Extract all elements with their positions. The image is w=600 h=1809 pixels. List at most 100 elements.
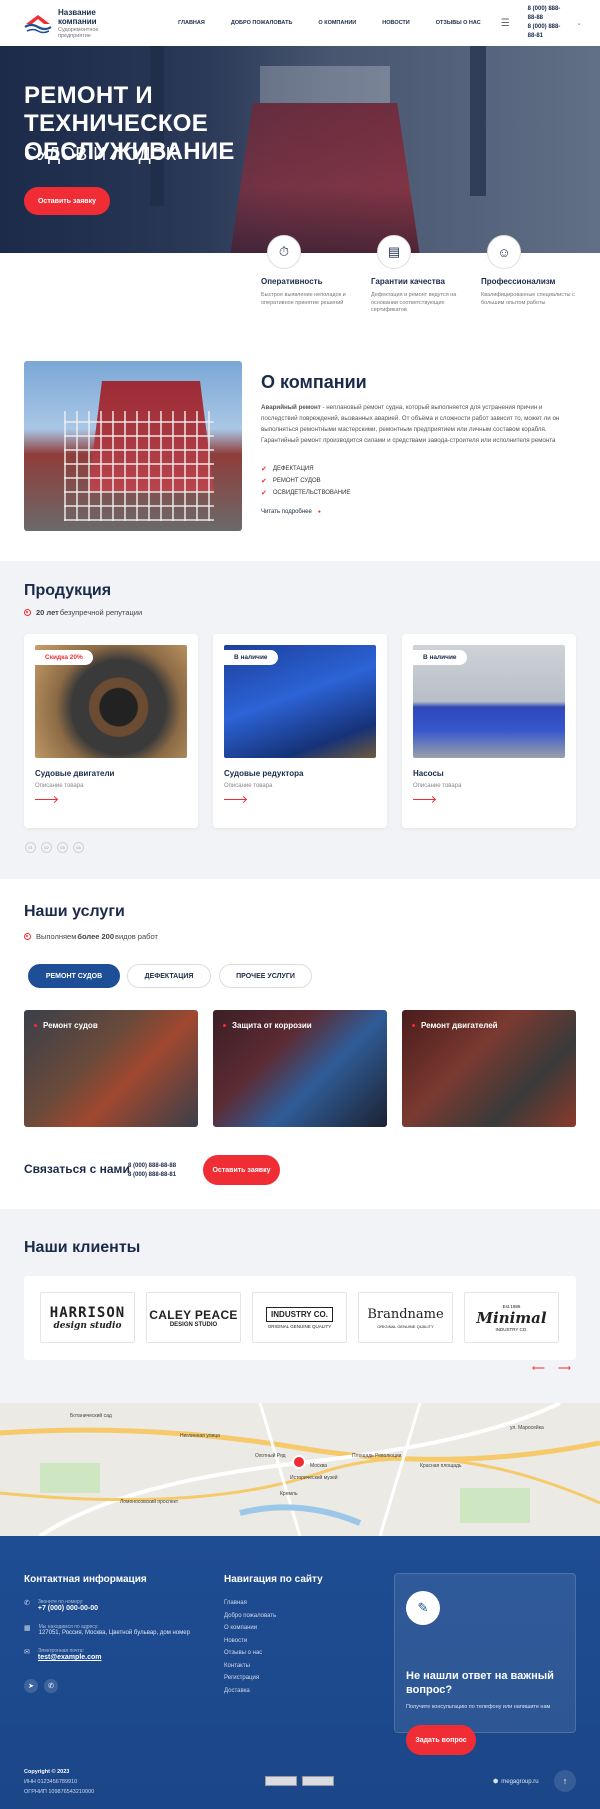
product-desc: Описание товара — [413, 783, 462, 789]
dot-icon — [34, 1024, 37, 1027]
contact-phones: 8 (000) 888-88-88 8 (000) 888-88-81 — [128, 1162, 176, 1180]
building-icon: ▦ — [24, 1625, 31, 1632]
feature-quality: ▤ Гарантии качества Дефектация и ремонт … — [371, 235, 467, 315]
company-logo[interactable] — [24, 12, 52, 34]
counter-badge[interactable] — [265, 1776, 297, 1786]
tab-defect[interactable]: ДЕФЕКТАЦИЯ — [127, 964, 211, 988]
services-title: Наши услуги — [24, 903, 125, 920]
map-label-revolution: Площадь Революции — [352, 1453, 402, 1459]
client-logo[interactable]: Brandname ORIGINAL GENUINE QUALITY — [358, 1292, 453, 1343]
dot-icon — [223, 1024, 226, 1027]
worker-icon: ☺ — [487, 235, 521, 269]
footer-phone[interactable]: +7 (000) 000-00-00 — [38, 1605, 98, 1612]
feature-title: Профессионализм — [481, 277, 556, 286]
client-logo[interactable]: INDUSTRY CO. ORIGINAL GENUINE QUALITY — [252, 1292, 347, 1343]
developer-link[interactable]: ⬢ megagroup.ru — [493, 1778, 539, 1786]
page-dot[interactable]: 01 — [25, 842, 36, 853]
counter-badge[interactable] — [302, 1776, 334, 1786]
header-phone-1[interactable]: 8 (000) 888-88-88 — [528, 5, 568, 23]
contact-phone-1[interactable]: 8 (000) 888-88-88 — [128, 1162, 176, 1171]
chevron-down-icon[interactable]: ⌄ — [576, 19, 582, 27]
contact-phone-2[interactable]: 8 (000) 888-88-81 — [128, 1171, 176, 1180]
nav-item-home[interactable]: ГЛАВНАЯ — [178, 20, 205, 26]
map-label-okhotny: Охотный Ряд — [255, 1453, 286, 1459]
feature-desc: Быстрое выявление неполадок и оперативно… — [261, 292, 346, 306]
feature-professional: ☺ Профессионализм Квалифицированные спец… — [481, 235, 577, 307]
arrow-right-icon[interactable] — [224, 799, 246, 800]
arrow-left-icon[interactable]: ⟵ — [532, 1363, 545, 1374]
service-card[interactable]: Ремонт двигателей — [402, 1010, 576, 1127]
contact-request-button[interactable]: Оставить заявку — [203, 1155, 280, 1185]
footer-nav-title: Навигация по сайту — [224, 1574, 323, 1585]
product-desc: Описание товара — [35, 783, 84, 789]
page-dot[interactable]: 03 — [57, 842, 68, 853]
services-subtitle: Выполняем более 200 видов работ — [24, 932, 158, 941]
check-icon: ✔ — [261, 478, 267, 485]
footer-nav-item[interactable]: Контакты — [224, 1660, 276, 1673]
product-card[interactable]: Скидка 20% Судовые двигатели Описание то… — [24, 634, 198, 828]
scroll-top-icon[interactable]: ↑ — [554, 1770, 576, 1792]
products-pagination: 01 02 03 04 — [25, 842, 84, 853]
footer-email[interactable]: test@example.com — [38, 1654, 102, 1661]
footer-nav-item[interactable]: Главная — [224, 1597, 276, 1610]
product-badge: Скидка 20% — [35, 650, 93, 665]
ogrnip: ОГРНИП 109876543210000 — [24, 1789, 95, 1795]
client-logo[interactable]: Est.1986 Minimal INDUSTRY CO. — [464, 1292, 559, 1343]
map-label-botanical: Ботанический сад — [70, 1413, 112, 1419]
menu-icon[interactable]: ☰ — [501, 18, 510, 29]
service-title: Ремонт судов — [43, 1021, 98, 1030]
map-pin-icon[interactable] — [292, 1455, 306, 1469]
service-card[interactable]: Защита от коррозии — [213, 1010, 387, 1127]
footer-address: 127051, Россия, Москва, Цветной бульвар,… — [38, 1630, 190, 1636]
footer-nav-item[interactable]: Новости — [224, 1635, 276, 1648]
question-title: Не нашли ответ на важный вопрос? — [406, 1670, 554, 1696]
product-card[interactable]: В наличие Насосы Описание товара — [402, 634, 576, 828]
footer-nav-item[interactable]: Доставка — [224, 1685, 276, 1698]
document-icon: ▤ — [377, 235, 411, 269]
hero-request-button[interactable]: Оставить заявку — [24, 187, 110, 215]
feature-title: Гарантии качества — [371, 277, 445, 286]
footer-nav: Главная Добро пожаловать О компании Ново… — [224, 1597, 276, 1697]
map-label-red-square: Красная площадь — [420, 1463, 462, 1469]
chat-icon: ✎ — [406, 1591, 440, 1625]
arrow-right-icon[interactable] — [35, 799, 57, 800]
nav-item-about[interactable]: О КОМПАНИИ — [318, 20, 356, 26]
footer-nav-item[interactable]: Регистрация — [224, 1672, 276, 1685]
arrow-right-icon[interactable] — [413, 799, 435, 800]
telegram-icon[interactable]: ➤ — [24, 1679, 38, 1693]
feature-desc: Квалифицированные специалисты с большим … — [481, 292, 575, 306]
map-label-museum: Исторический музей — [290, 1475, 338, 1481]
footer-email-block: ✉ Электронная почта: test@example.com — [24, 1648, 102, 1661]
service-card[interactable]: Ремонт судов — [24, 1010, 198, 1127]
about-text: Аварийный ремонт - неплановый ремонт суд… — [261, 402, 571, 446]
page-dot[interactable]: 02 — [41, 842, 52, 853]
location-map[interactable]: Охотный Ряд Москва Ботанический сад Ломо… — [0, 1403, 600, 1536]
tab-other[interactable]: ПРОЧЕЕ УСЛУГИ — [219, 964, 312, 988]
map-label-maroseyka: ул. Маросейка — [510, 1425, 544, 1431]
feature-title: Оперативность — [261, 277, 323, 286]
nav-item-welcome[interactable]: ДОБРО ПОЖАЛОВАТЬ — [231, 20, 293, 26]
about-lead: Аварийный ремонт — [261, 404, 321, 411]
products-subtitle: 20 лет безупречной репутации — [24, 608, 142, 617]
read-more-link[interactable]: Читать подробнее ● — [261, 509, 321, 515]
client-logo[interactable]: HARRISON design studio — [40, 1292, 135, 1343]
product-card[interactable]: В наличие Судовые редуктора Описание тов… — [213, 634, 387, 828]
footer-nav-item[interactable]: Добро пожаловать — [224, 1610, 276, 1623]
service-title: Защита от коррозии — [232, 1021, 312, 1030]
product-title: Судовые двигатели — [35, 769, 115, 778]
arrow-right-icon[interactable]: ⟶ — [558, 1363, 571, 1374]
map-label-lomonosov: Ломоносовский проспект — [120, 1499, 179, 1505]
footer-nav-item[interactable]: О компании — [224, 1622, 276, 1635]
feature-speed: ⏱ Оперативность Быстрое выявление непола… — [261, 235, 357, 307]
ask-question-button[interactable]: Задать вопрос — [406, 1725, 476, 1755]
footer-address-block: ▦ Мы находимся по адресу: 127051, Россия… — [24, 1624, 190, 1636]
whatsapp-icon[interactable]: ✆ — [44, 1679, 58, 1693]
footer-nav-item[interactable]: Отзывы о нас — [224, 1647, 276, 1660]
client-logo[interactable]: CALEY PEACE DESIGN STUDIO — [146, 1292, 241, 1343]
header-phone-2[interactable]: 8 (000) 888-88-81 — [528, 23, 568, 41]
page-dot[interactable]: 04 — [73, 842, 84, 853]
nav-item-news[interactable]: НОВОСТИ — [382, 20, 410, 26]
nav-item-reviews[interactable]: ОТЗЫВЫ О НАС — [436, 20, 481, 26]
question-box: ✎ Не нашли ответ на важный вопрос? Получ… — [394, 1573, 576, 1755]
tab-ship-repair[interactable]: РЕМОНТ СУДОВ — [28, 964, 120, 988]
